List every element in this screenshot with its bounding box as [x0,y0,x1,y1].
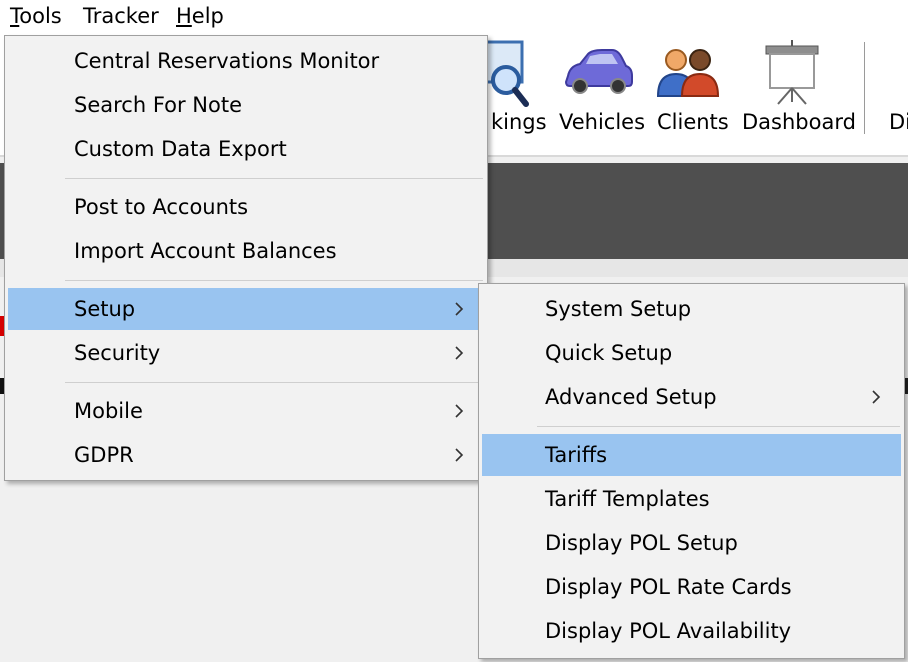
menu-item-label: Setup [74,297,136,321]
chevron-right-icon [871,376,883,418]
menu-item-label: Display POL Rate Cards [545,575,792,599]
menu-item-gdpr[interactable]: GDPR [8,434,484,476]
menu-item-label: Search For Note [74,93,243,117]
menu-item-display-pol-availability[interactable]: Display POL Availability [482,610,901,652]
menu-item-label: Import Account Balances [74,239,337,263]
menu-help[interactable]: Help [176,2,224,30]
menu-item-label: Custom Data Export [74,137,287,161]
toolbar-dashboard-label[interactable]: Dashboard [742,110,856,134]
menu-item-display-pol-rate-cards[interactable]: Display POL Rate Cards [482,566,901,608]
menu-item-label: Central Reservations Monitor [74,49,380,73]
menu-item-label: Mobile [74,399,143,423]
chevron-right-icon [454,288,466,330]
menu-help-rest: elp [191,4,224,28]
menu-item-system-setup[interactable]: System Setup [482,288,901,330]
menu-item-custom-data-export[interactable]: Custom Data Export [8,128,484,170]
menu-item-label: GDPR [74,443,134,467]
chevron-right-icon [454,434,466,476]
menu-item-label: System Setup [545,297,692,321]
menu-separator [65,178,483,179]
menu-item-setup[interactable]: Setup [8,288,484,330]
menu-item-label: Display POL Setup [545,531,738,555]
menu-separator [65,280,483,281]
menu-item-mobile[interactable]: Mobile [8,390,484,432]
menu-item-central-reservations-monitor[interactable]: Central Reservations Monitor [8,40,484,82]
menu-tools-rest: ools [19,4,62,28]
setup-submenu: System Setup Quick Setup Advanced Setup … [478,283,905,659]
menu-item-search-for-note[interactable]: Search For Note [8,84,484,126]
menu-separator [537,426,900,427]
menu-item-advanced-setup[interactable]: Advanced Setup [482,376,901,418]
menu-item-quick-setup[interactable]: Quick Setup [482,332,901,374]
menu-item-display-pol-setup[interactable]: Display POL Setup [482,522,901,564]
menu-item-tariff-templates[interactable]: Tariff Templates [482,478,901,520]
menu-separator [65,382,483,383]
menu-item-label: Advanced Setup [545,385,717,409]
search-icon [484,40,530,110]
chevron-right-icon [454,390,466,432]
menu-help-mnemonic: H [176,4,192,28]
toolbar-vehicles-label[interactable]: Vehicles [559,110,645,134]
users-icon[interactable] [656,46,720,98]
tools-menu: Central Reservations Monitor Search For … [4,35,488,481]
menu-tracker[interactable]: Tracker [83,2,159,30]
menu-item-label: Tariffs [545,443,608,467]
car-icon[interactable] [562,46,634,94]
toolbar-separator [864,42,865,134]
presentation-board-icon[interactable] [764,40,820,106]
menu-tracker-label: Tracker [83,4,159,28]
menu-item-label: Post to Accounts [74,195,249,219]
menu-item-tariffs[interactable]: Tariffs [482,434,901,476]
chevron-right-icon [454,332,466,374]
toolbar-clients-label[interactable]: Clients [657,110,729,134]
menu-item-label: Security [74,341,161,365]
toolbar-bookings-label[interactable]: kings [491,110,547,134]
menubar: Tools Tracker Help [0,0,908,34]
menu-item-import-account-balances[interactable]: Import Account Balances [8,230,484,272]
menu-item-label: Tariff Templates [545,487,710,511]
menu-item-post-to-accounts[interactable]: Post to Accounts [8,186,484,228]
toolbar-next-label[interactable]: Di [889,110,908,134]
menu-item-label: Display POL Availability [545,619,792,643]
menu-tools[interactable]: Tools [10,2,62,30]
menu-item-label: Quick Setup [545,341,673,365]
menu-item-security[interactable]: Security [8,332,484,374]
menu-tools-mnemonic: T [10,4,20,28]
